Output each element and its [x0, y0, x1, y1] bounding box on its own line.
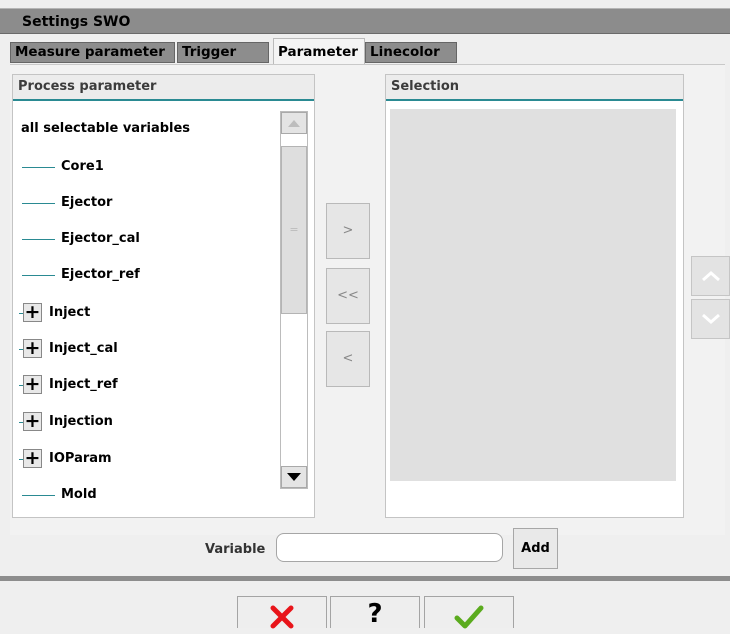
- tree-item-mold[interactable]: Mold: [16, 477, 278, 513]
- tree-item-inject-cal[interactable]: + Inject_cal: [16, 331, 278, 367]
- red-x-icon: [270, 605, 294, 629]
- tree-item-ejector-ref[interactable]: Ejector_ref: [16, 257, 278, 293]
- tree-root-all-variables[interactable]: all selectable variables: [16, 109, 278, 149]
- selection-header: Selection: [386, 75, 683, 101]
- tree-item-label: Ejector: [61, 195, 113, 210]
- tree-connector: [22, 239, 55, 240]
- expand-plus-icon[interactable]: +: [23, 449, 42, 468]
- tab-parameter[interactable]: Parameter: [273, 38, 365, 65]
- tree-item-ejector-cal[interactable]: Ejector_cal: [16, 221, 278, 257]
- expand-plus-icon[interactable]: +: [23, 303, 42, 322]
- tree-item-injection[interactable]: + Injection: [16, 404, 278, 440]
- tab-linecolor[interactable]: Linecolor: [365, 42, 457, 63]
- triangle-up-icon: [288, 120, 300, 127]
- tree-item-ejector[interactable]: Ejector: [16, 185, 278, 221]
- add-selected-button[interactable]: >: [326, 203, 370, 259]
- tree-item-inject[interactable]: + Inject: [16, 295, 278, 331]
- tab-trigger[interactable]: Trigger: [177, 42, 269, 63]
- tree-item-label: Inject_ref: [49, 377, 118, 392]
- selection-panel: Selection: [385, 74, 684, 518]
- expand-plus-icon[interactable]: +: [23, 339, 42, 358]
- tree-scrollbar[interactable]: =: [280, 111, 308, 489]
- cancel-button[interactable]: [237, 596, 327, 629]
- tree-item-inject-ref[interactable]: + Inject_ref: [16, 367, 278, 403]
- tree-item-label: Ejector_cal: [61, 231, 140, 246]
- tree-item-label: Injection: [49, 414, 113, 429]
- selection-list[interactable]: [390, 109, 676, 481]
- scroll-down-button[interactable]: [281, 466, 307, 488]
- add-variable-button[interactable]: Add: [513, 528, 558, 569]
- move-up-button[interactable]: [691, 256, 730, 296]
- process-parameter-header: Process parameter: [13, 75, 314, 101]
- move-down-button[interactable]: [691, 299, 730, 339]
- remove-all-button[interactable]: <<: [326, 268, 370, 324]
- green-check-icon: [454, 605, 484, 629]
- expand-plus-icon[interactable]: +: [23, 375, 42, 394]
- tree-item-label: Mold: [61, 487, 97, 502]
- scroll-thumb[interactable]: =: [281, 146, 307, 314]
- ok-button[interactable]: [424, 596, 514, 629]
- tree-root-label: all selectable variables: [21, 121, 191, 136]
- tree-item-label: Inject: [49, 305, 91, 320]
- help-label: ?: [367, 599, 383, 629]
- tab-measure-parameter[interactable]: Measure parameter: [10, 42, 175, 63]
- tree-item-label: IOParam: [49, 451, 112, 466]
- tree-item-core1[interactable]: Core1: [16, 149, 278, 185]
- footer-divider: [0, 576, 730, 581]
- variable-input[interactable]: [276, 533, 503, 562]
- window-title: Settings SWO: [0, 8, 730, 34]
- remove-selected-button[interactable]: <: [326, 331, 370, 387]
- tree-connector: [22, 495, 55, 496]
- tree-connector: [22, 203, 55, 204]
- variable-label: Variable: [205, 542, 266, 557]
- chevron-down-icon: [701, 313, 720, 324]
- chevron-up-icon: [701, 271, 720, 282]
- help-button[interactable]: ?: [330, 596, 420, 629]
- tree-connector: [22, 275, 55, 276]
- scroll-up-button[interactable]: [281, 112, 307, 134]
- tree-item-ioparam[interactable]: + IOParam: [16, 441, 278, 477]
- tree-connector: [22, 167, 55, 168]
- tree-item-label: Core1: [61, 159, 104, 174]
- process-parameter-panel: Process parameter all selectable variabl…: [12, 74, 315, 518]
- expand-plus-icon[interactable]: +: [23, 412, 42, 431]
- tree-item-label: Ejector_ref: [61, 267, 140, 282]
- triangle-down-icon: [287, 473, 301, 481]
- tree-item-label: Inject_cal: [49, 341, 118, 356]
